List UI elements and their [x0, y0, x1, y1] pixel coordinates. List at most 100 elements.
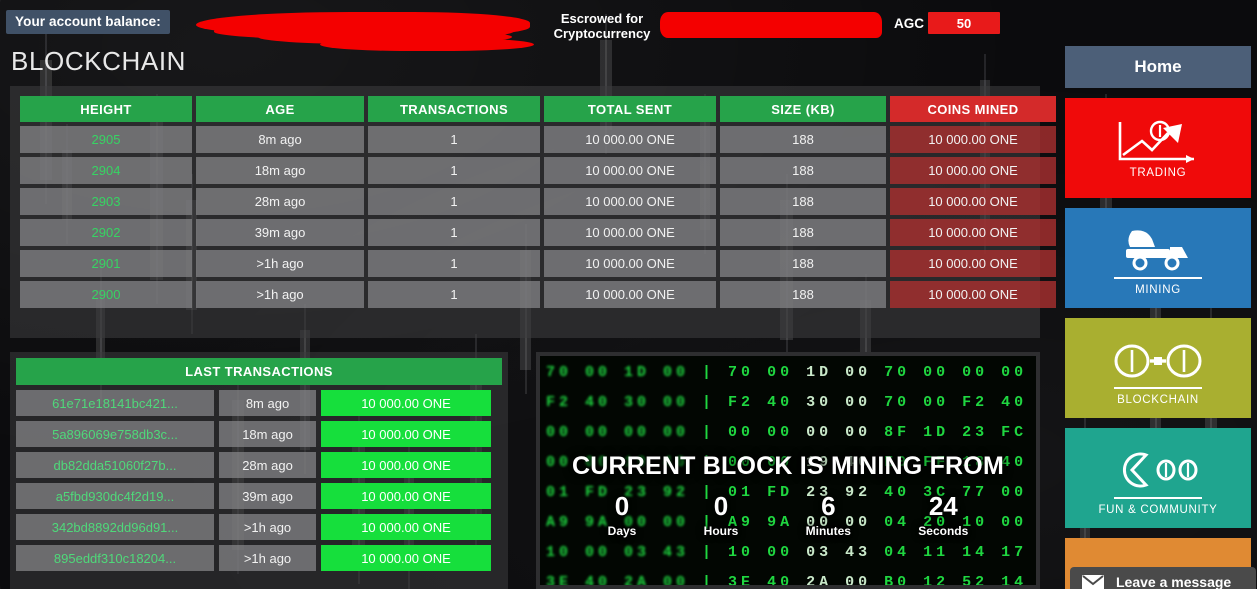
- countdown-value: 0: [614, 491, 630, 521]
- pacman-coins-icon: [1112, 441, 1204, 491]
- block-age-cell: 28m ago: [196, 188, 364, 215]
- block-height-link[interactable]: 2900: [20, 281, 192, 308]
- hex-dump-line: 70 00 1D 00 | 70 00 1D 00 70 00 00 00: [546, 364, 1028, 381]
- transaction-hash-link[interactable]: a5fbd930dc4f2d19...: [16, 483, 214, 509]
- list-item[interactable]: 895eddf310c18204... >1h ago 10 000.00 ONE: [16, 545, 502, 571]
- list-item[interactable]: a5fbd930dc4f2d19... 39m ago 10 000.00 ONE: [16, 483, 502, 509]
- blocks-table-body: 2905 8m ago 1 10 000.00 ONE 188 10 000.00 ONE…: [20, 126, 1056, 308]
- block-transactions-cell: 1: [368, 250, 540, 277]
- list-item[interactable]: 342bd8892dd96d91... >1h ago 10 000.00 ONE: [16, 514, 502, 540]
- column-header-age[interactable]: AGE: [196, 96, 364, 122]
- countdown-unit: 0 Days: [608, 491, 637, 538]
- transaction-hash-link[interactable]: 61e71e18141bc421...: [16, 390, 214, 416]
- sidebar-item-trading-label: TRADING: [1129, 167, 1187, 179]
- block-size-cell: 188: [720, 157, 886, 184]
- blocks-table: HEIGHT AGE TRANSACTIONS TOTAL SENT SIZE …: [16, 92, 1060, 312]
- transaction-age: >1h ago: [219, 545, 316, 571]
- block-transactions-cell: 1: [368, 157, 540, 184]
- mining-panel-inner: 70 00 1D 00 | 70 00 1D 00 70 00 00 00 F2…: [540, 356, 1036, 585]
- mining-title: CURRENT BLOCK IS MINING FROM: [572, 452, 1004, 480]
- sidebar-item-fun-community-label: FUN & COMMUNITY: [1098, 503, 1218, 516]
- block-height-link[interactable]: 2903: [20, 188, 192, 215]
- block-size-cell: 188: [720, 126, 886, 153]
- transaction-age: >1h ago: [219, 514, 316, 540]
- column-header-size[interactable]: SIZE (KB): [720, 96, 886, 122]
- block-total-sent-cell: 10 000.00 ONE: [544, 219, 716, 246]
- hex-dump-line: 00 00 00 00 | 00 00 00 00 8F 1D 23 FC: [546, 424, 1028, 441]
- sidebar-item-mining[interactable]: MINING: [1065, 208, 1251, 308]
- balance-redaction-mark: [320, 38, 534, 51]
- transaction-amount: 10 000.00 ONE: [321, 545, 491, 571]
- table-row[interactable]: 2904 18m ago 1 10 000.00 ONE 188 10 000.00 ON…: [20, 157, 1056, 184]
- column-header-coins-mined[interactable]: COINS MINED: [890, 96, 1056, 122]
- block-total-sent-cell: 10 000.00 ONE: [544, 157, 716, 184]
- block-age-cell: 39m ago: [196, 219, 364, 246]
- block-total-sent-cell: 10 000.00 ONE: [544, 281, 716, 308]
- envelope-icon: [1082, 574, 1104, 589]
- sidebar-divider: [1114, 496, 1202, 499]
- table-row[interactable]: 2901 >1h ago 1 10 000.00 ONE 188 10 000.00 ON…: [20, 250, 1056, 277]
- list-item[interactable]: db82dda51060f27b... 28m ago 10 000.00 ONE: [16, 452, 502, 478]
- escrow-label-line2: Cryptocurrency: [553, 26, 651, 41]
- sidebar-item-mining-label: MINING: [1135, 283, 1181, 296]
- transaction-age: 39m ago: [219, 483, 316, 509]
- block-size-cell: 188: [720, 281, 886, 308]
- list-item[interactable]: 5a896069e758db3c... 18m ago 10 000.00 ONE: [16, 421, 502, 447]
- transaction-hash-link[interactable]: 5a896069e758db3c...: [16, 421, 214, 447]
- column-header-height[interactable]: HEIGHT: [20, 96, 192, 122]
- transaction-age: 18m ago: [219, 421, 316, 447]
- list-item[interactable]: 61e71e18141bc421... 8m ago 10 000.00 ONE: [16, 390, 502, 416]
- block-height-link[interactable]: 2902: [20, 219, 192, 246]
- agc-label: AGC: [894, 16, 924, 31]
- transaction-hash-link[interactable]: 895eddf310c18204...: [16, 545, 214, 571]
- table-row[interactable]: 2903 28m ago 1 10 000.00 ONE 188 10 000.00 ON…: [20, 188, 1056, 215]
- sidebar-item-fun-community[interactable]: FUN & COMMUNITY: [1065, 428, 1251, 528]
- block-height-link[interactable]: 2901: [20, 250, 192, 277]
- page-title: BLOCKCHAIN: [11, 46, 187, 76]
- escrow-label: Escrowed for Cryptocurrency: [548, 11, 656, 41]
- table-row[interactable]: 2902 39m ago 1 10 000.00 ONE 188 10 000.00 ON…: [20, 219, 1056, 246]
- block-total-sent-cell: 10 000.00 ONE: [544, 188, 716, 215]
- column-header-transactions[interactable]: TRANSACTIONS: [368, 96, 540, 122]
- block-coins-mined-cell: 10 000.00 ONE: [890, 157, 1056, 184]
- column-header-total-sent[interactable]: TOTAL SENT: [544, 96, 716, 122]
- block-age-cell: 18m ago: [196, 157, 364, 184]
- block-transactions-cell: 1: [368, 126, 540, 153]
- block-coins-mined-cell: 10 000.00 ONE: [890, 188, 1056, 215]
- countdown-value: 6: [821, 491, 836, 521]
- hex-dump-line: 10 00 03 43 | 10 00 03 43 04 11 14 17: [546, 544, 1028, 561]
- sidebar-item-home[interactable]: Home: [1065, 46, 1251, 88]
- sidebar-item-trading[interactable]: TRADING: [1065, 98, 1251, 198]
- table-row[interactable]: 2905 8m ago 1 10 000.00 ONE 188 10 000.00 ONE: [20, 126, 1056, 153]
- block-height-link[interactable]: 2905: [20, 126, 192, 153]
- account-balance-label: Your account balance:: [6, 10, 170, 34]
- transaction-age: 28m ago: [219, 452, 316, 478]
- blockchain-explorer-page: Your account balance: Escrowed for Crypt…: [0, 0, 1257, 589]
- block-coins-mined-cell: 10 000.00 ONE: [890, 219, 1056, 246]
- mining-truck-icon: [1120, 221, 1196, 271]
- transaction-hash-link[interactable]: 342bd8892dd96d91...: [16, 514, 214, 540]
- block-size-cell: 188: [720, 188, 886, 215]
- transaction-amount: 10 000.00 ONE: [321, 514, 491, 540]
- mining-countdown: 0 Days 0 Hours 6 Minutes 24 Seconds: [540, 491, 1036, 538]
- escrow-redaction-mark: [700, 22, 882, 38]
- block-size-cell: 188: [720, 250, 886, 277]
- agc-value-badge[interactable]: 50: [928, 12, 1000, 34]
- transaction-amount: 10 000.00 ONE: [321, 452, 491, 478]
- table-row[interactable]: 2900 >1h ago 1 10 000.00 ONE 188 10 000.00 ON…: [20, 281, 1056, 308]
- transaction-hash-link[interactable]: db82dda51060f27b...: [16, 452, 214, 478]
- transaction-amount: 10 000.00 ONE: [321, 390, 491, 416]
- escrow-label-line1: Escrowed for: [560, 11, 644, 26]
- countdown-label: Days: [607, 524, 637, 538]
- block-coins-mined-cell: 10 000.00 ONE: [890, 126, 1056, 153]
- countdown-value: 0: [713, 491, 729, 521]
- leave-a-message-widget[interactable]: Leave a message: [1070, 567, 1256, 589]
- block-height-link[interactable]: 2904: [20, 157, 192, 184]
- sidebar-divider: [1114, 386, 1202, 389]
- transaction-age: 8m ago: [219, 390, 316, 416]
- transaction-amount: 10 000.00 ONE: [321, 421, 491, 447]
- sidebar-item-blockchain-label: BLOCKCHAIN: [1117, 393, 1199, 406]
- sidebar-item-blockchain[interactable]: BLOCKCHAIN: [1065, 318, 1251, 418]
- countdown-value: 24: [928, 491, 958, 521]
- top-bar: Your account balance: Escrowed for Crypt…: [0, 0, 1257, 51]
